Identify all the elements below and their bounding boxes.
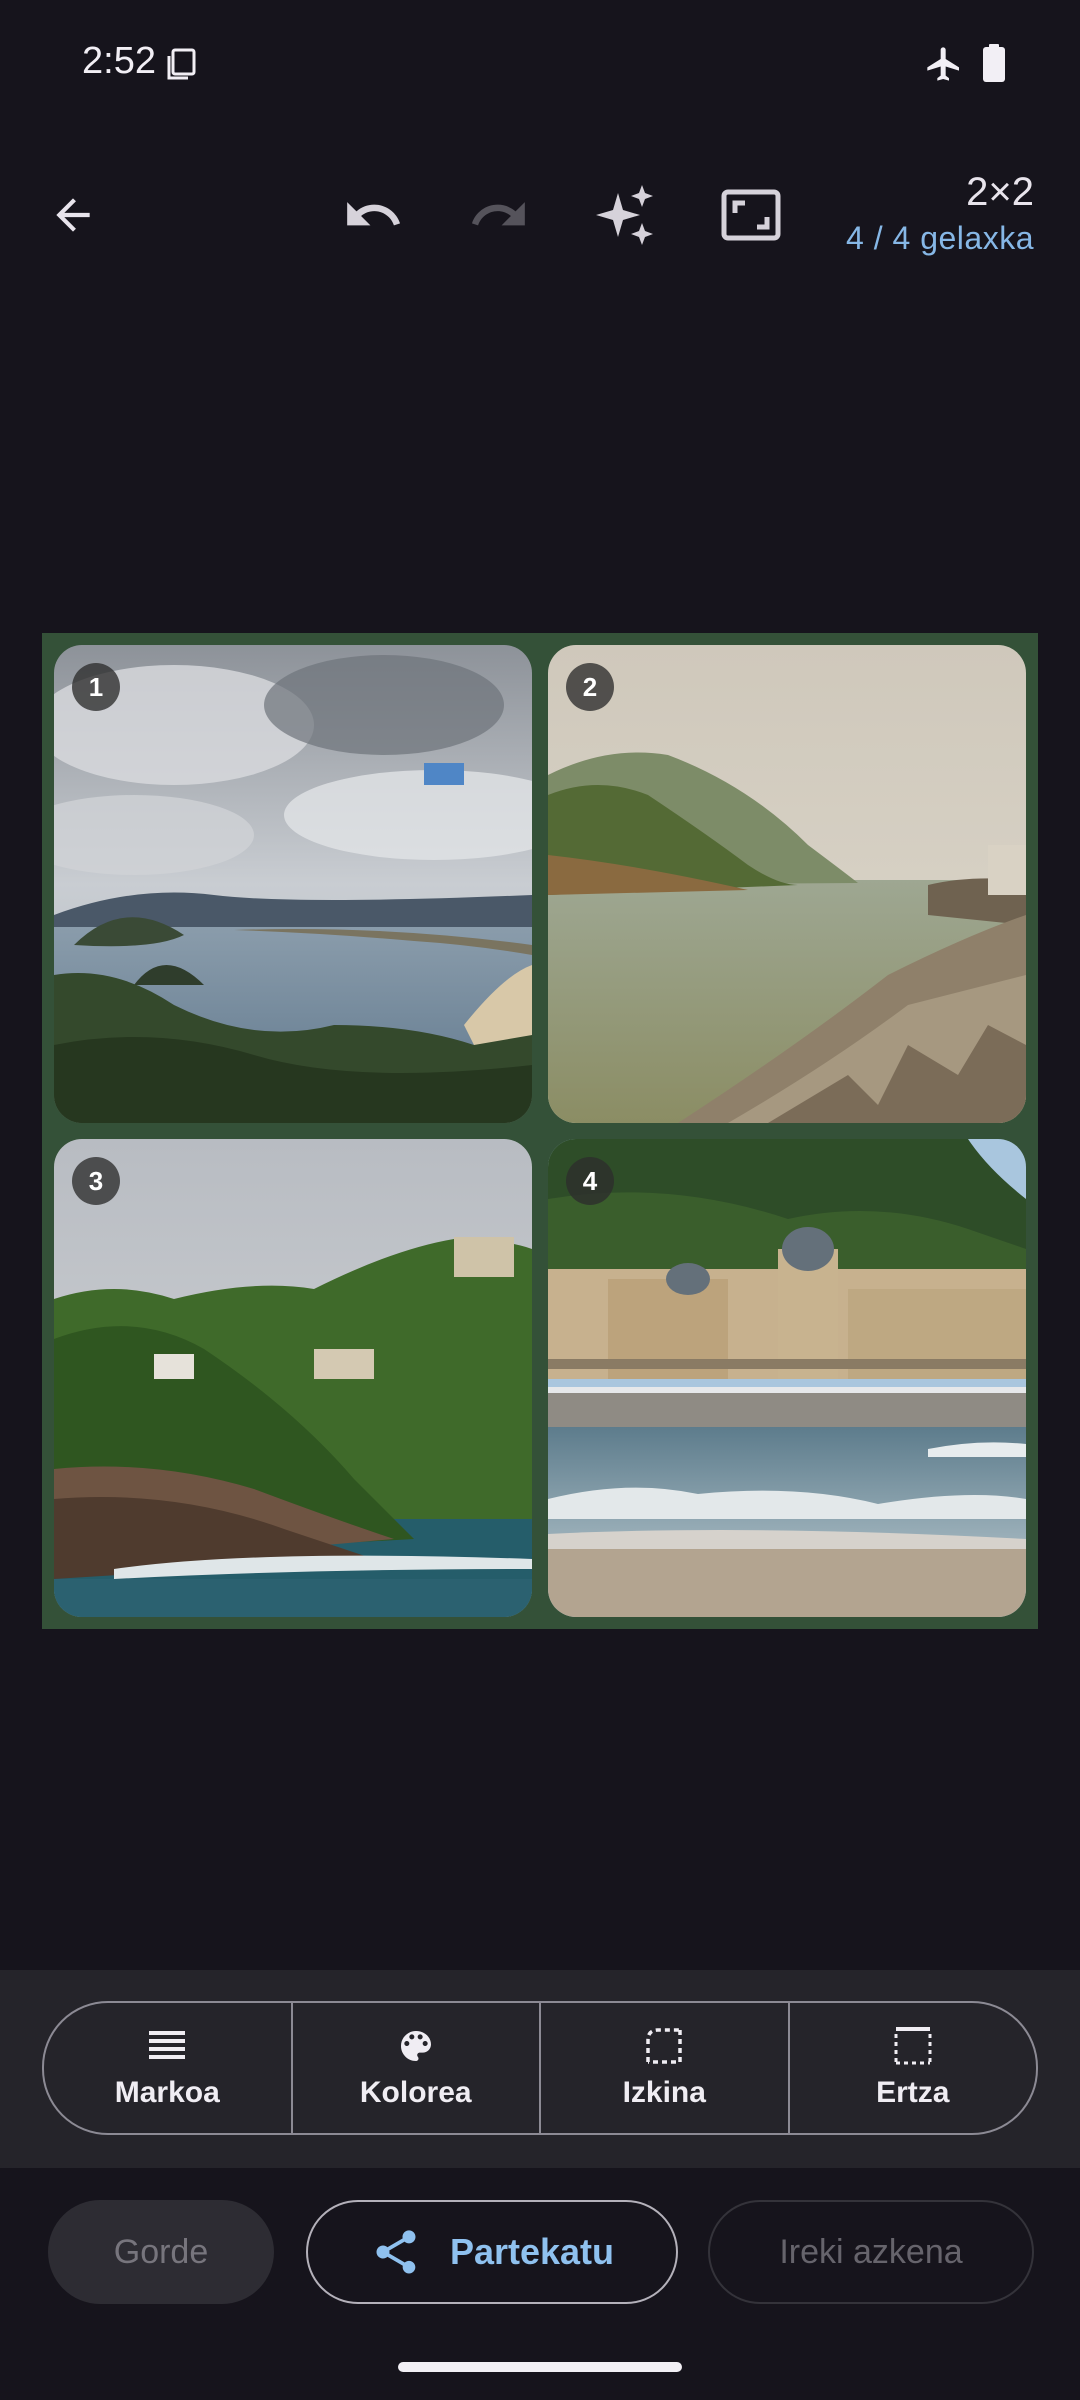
tool-frame-button[interactable]: Markoa (44, 2003, 293, 2133)
palette-icon (400, 2031, 431, 2061)
tool-color-label: Kolorea (359, 2076, 472, 2109)
tool-border-label: Ertza (876, 2076, 950, 2109)
redo-button[interactable] (464, 180, 534, 250)
bottom-actions: Gorde Partekatu Ireki azkena (0, 2200, 1080, 2304)
open-last-button[interactable]: Ireki azkena (708, 2200, 1034, 2304)
share-icon (376, 2230, 416, 2274)
home-indicator[interactable] (398, 2362, 682, 2372)
share-button[interactable]: Partekatu (306, 2200, 678, 2304)
collage-cell-2[interactable]: 2 (548, 645, 1026, 1123)
cell-count-label: 4 / 4 gelaxka (846, 220, 1034, 256)
collage-cell-3[interactable]: 3 (54, 1139, 532, 1617)
cell-number-badge: 3 (72, 1157, 120, 1205)
aspect-ratio-button[interactable] (716, 180, 786, 250)
photo-headland-sea (548, 645, 1026, 1123)
undo-button[interactable] (338, 180, 408, 250)
photo-seafront-building (548, 1139, 1026, 1617)
back-button[interactable] (38, 180, 108, 250)
collage-cell-1[interactable]: 1 (54, 645, 532, 1123)
share-label: Partekatu (449, 2231, 615, 2272)
cell-number-badge: 4 (566, 1157, 614, 1205)
aspect-ratio-icon (721, 189, 781, 241)
grid-size-label: 2×2 (966, 170, 1034, 214)
tool-corner-label: Izkina (622, 2076, 706, 2109)
cell-number-badge: 1 (72, 663, 120, 711)
photo-bay-panorama (54, 645, 532, 1123)
airplane-icon (927, 47, 959, 81)
undo-icon (347, 202, 401, 226)
arrow-back-icon (56, 198, 90, 232)
status-bar: 2:52 (0, 0, 1080, 128)
frame-lines-icon (149, 2031, 186, 2059)
corner-icon (646, 2028, 682, 2064)
tool-frame-label: Markoa (114, 2076, 220, 2109)
edit-tools-panel: Markoa Kolorea Izkina Ertza (0, 1970, 1080, 2168)
collage-cell-4[interactable]: 4 (548, 1139, 1026, 1617)
tool-corner-button[interactable]: Izkina (541, 2003, 790, 2133)
tool-color-button[interactable]: Kolorea (293, 2003, 541, 2133)
cell-number-badge: 2 (566, 663, 614, 711)
redo-icon (471, 202, 525, 226)
save-button[interactable]: Gorde (48, 2200, 274, 2304)
photo-wooded-cliffs (54, 1139, 532, 1617)
status-time: 2:52 (82, 40, 156, 82)
tool-border-button[interactable]: Ertza (790, 2003, 1037, 2133)
sparkle-icon (596, 185, 653, 245)
collage-canvas: 1 2 3 4 (42, 633, 1038, 1629)
battery-icon (983, 44, 1005, 82)
top-toolbar: 2×2 4 / 4 gelaxka (0, 160, 1080, 270)
edit-tools-segmented: Markoa Kolorea Izkina Ertza (42, 2001, 1038, 2135)
screen-icon (167, 48, 196, 80)
border-icon (894, 2027, 932, 2065)
grid-info[interactable]: 2×2 4 / 4 gelaxka (846, 170, 1034, 257)
auto-enhance-button[interactable] (591, 180, 661, 250)
